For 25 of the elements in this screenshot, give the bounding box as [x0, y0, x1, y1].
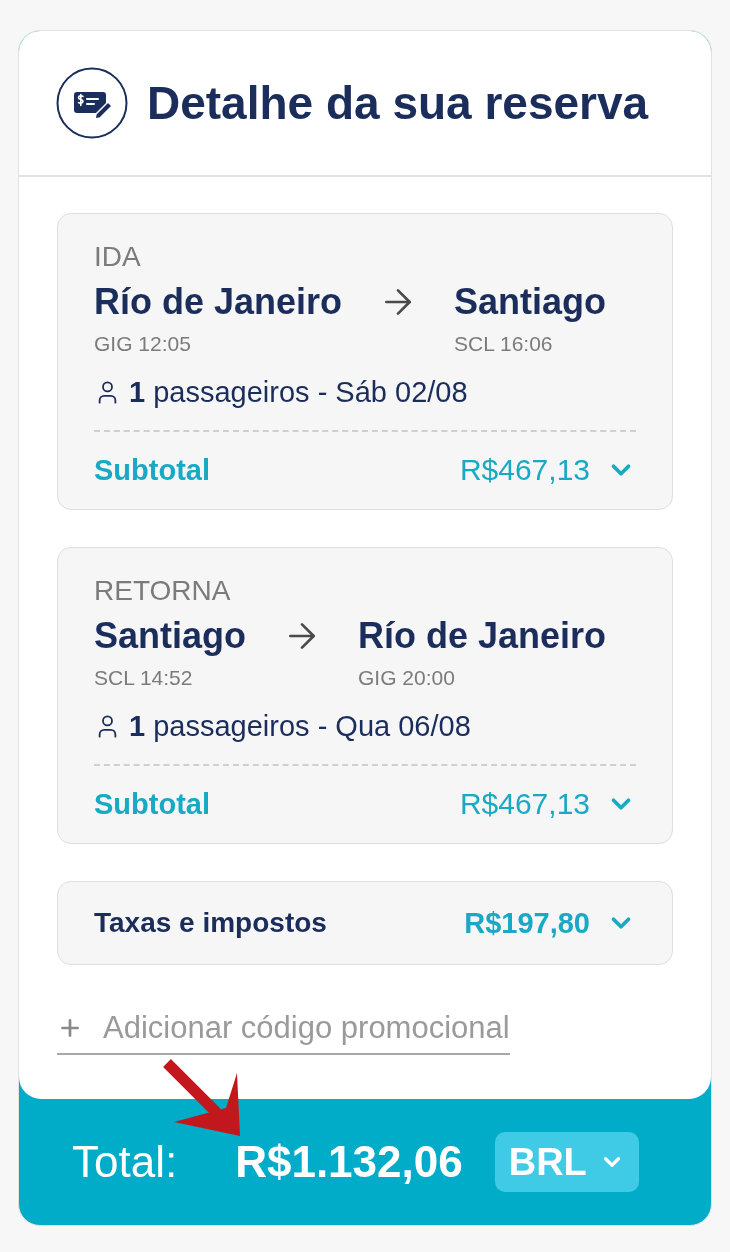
- departure-time: SCL 14:52: [94, 666, 193, 690]
- arrival-time: SCL 16:06: [454, 332, 553, 356]
- destination-city: Río de Janeiro: [358, 616, 607, 656]
- panel-title: Detalhe da sua reserva: [147, 76, 649, 130]
- subtotal-label: Subtotal: [94, 787, 210, 821]
- currency-selector[interactable]: BRL: [494, 1132, 639, 1192]
- passengers-date: 1 passageiros - Sáb 02/08: [129, 375, 468, 409]
- origin-city: Santiago: [94, 616, 246, 656]
- leg-label: IDA: [94, 240, 141, 274]
- arrival-time: GIG 20:00: [358, 666, 455, 690]
- destination-city: Santiago: [454, 282, 607, 322]
- subtotal-label: Subtotal: [94, 453, 210, 487]
- passengers-date: 1 passageiros - Qua 06/08: [129, 709, 471, 743]
- origin-city: Río de Janeiro: [94, 282, 343, 322]
- subtotal-amount: R$467,13: [459, 453, 590, 487]
- total-label: Total:: [72, 1136, 178, 1188]
- taxes-label: Taxas e impostos: [94, 906, 327, 940]
- departure-time: GIG 12:05: [94, 332, 191, 356]
- bill-pencil-icon: [56, 67, 128, 139]
- leg-label: RETORNA: [94, 574, 231, 608]
- taxes-amount: R$197,80: [464, 906, 590, 940]
- taxes-card[interactable]: Taxas e impostos R$197,80: [57, 881, 673, 965]
- add-promo-code-link[interactable]: Adicionar código promocional: [57, 1009, 510, 1055]
- total-amount: R$1.132,06: [235, 1136, 463, 1188]
- subtotal-amount: R$467,13: [459, 787, 590, 821]
